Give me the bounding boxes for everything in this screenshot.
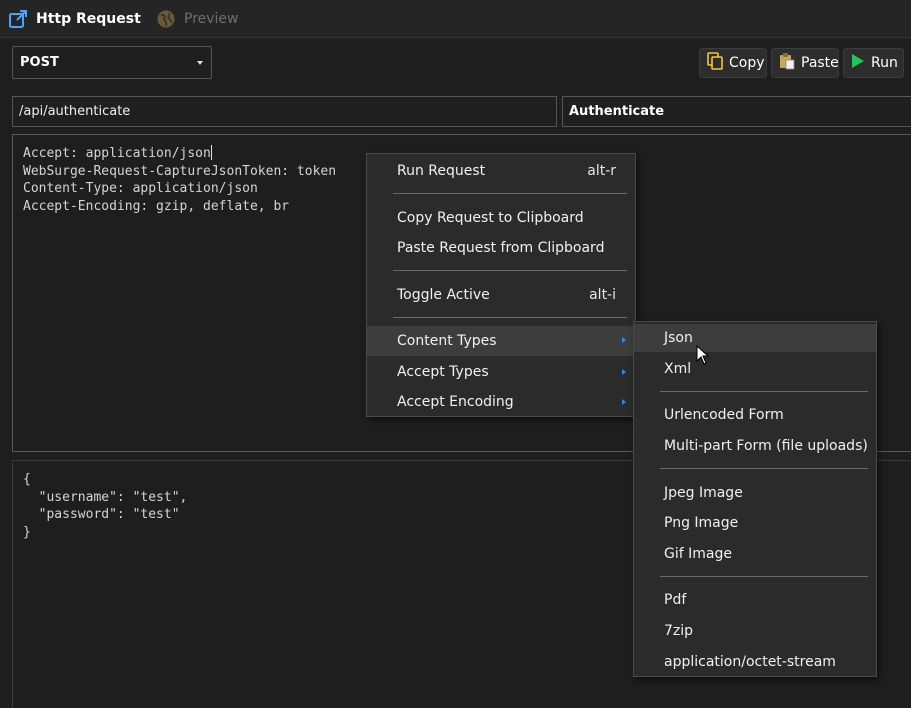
menu-item-jpeg-image[interactable]: Jpeg Image [634,479,876,507]
external-link-icon [8,9,28,29]
menu-separator [393,317,627,318]
menu-item-multipart-form[interactable]: Multi-part Form (file uploads) [634,432,876,460]
shortcut-label: alt-i [589,287,616,303]
menu-item-octet-stream[interactable]: application/octet-stream [634,648,876,676]
menu-item-json[interactable]: Json [634,324,876,352]
http-request-panel: Http Request Preview POST Copy Paste Run… [0,0,911,708]
text-cursor [210,145,212,160]
mouse-pointer-icon [696,344,710,369]
paste-button-label: Paste [801,55,839,71]
copy-button[interactable]: Copy [699,48,767,78]
menu-item-pdf[interactable]: Pdf [634,586,876,614]
run-button-label: Run [871,55,898,71]
tab-strip: Http Request Preview [0,0,911,38]
globe-icon [156,9,176,29]
menu-item-content-types[interactable]: Content Types [367,326,635,356]
menu-item-7zip[interactable]: 7zip [634,617,876,645]
menu-separator [393,270,627,271]
menu-separator [660,576,868,577]
tab-http-request[interactable]: Http Request [8,0,141,38]
menu-item-png-image[interactable]: Png Image [634,509,876,537]
menu-separator [393,193,627,194]
request-name-value: Authenticate [569,104,665,119]
menu-item-run-request[interactable]: Run Request alt-r [367,157,635,185]
chevron-down-icon [197,61,203,65]
tab-preview[interactable]: Preview [156,0,239,38]
submenu-arrow-icon [622,399,626,405]
menu-item-urlencoded-form[interactable]: Urlencoded Form [634,401,876,429]
paste-icon [779,52,795,74]
submenu-arrow-icon [622,337,626,343]
copy-icon [707,52,723,74]
run-button[interactable]: Run [843,48,904,78]
tab-preview-label: Preview [184,11,239,27]
menu-item-paste-request[interactable]: Paste Request from Clipboard [367,234,635,262]
http-method-value: POST [20,55,59,70]
play-icon [851,53,865,73]
menu-item-toggle-active[interactable]: Toggle Active alt-i [367,281,635,309]
url-field[interactable]: /api/authenticate [12,96,557,127]
request-name-field[interactable]: Authenticate [562,96,911,127]
menu-item-accept-encoding[interactable]: Accept Encoding [367,388,635,416]
shortcut-label: alt-r [587,163,616,179]
menu-item-gif-image[interactable]: Gif Image [634,540,876,568]
http-method-select[interactable]: POST [12,46,212,79]
menu-item-copy-request[interactable]: Copy Request to Clipboard [367,204,635,232]
submenu-arrow-icon [622,369,626,375]
url-field-value: /api/authenticate [19,104,131,119]
tab-http-request-label: Http Request [36,11,141,27]
menu-separator [660,391,868,392]
paste-button[interactable]: Paste [771,48,839,78]
copy-button-label: Copy [729,55,765,71]
menu-item-xml[interactable]: Xml [634,355,876,383]
menu-item-accept-types[interactable]: Accept Types [367,358,635,386]
menu-separator [660,468,868,469]
request-context-menu: Run Request alt-r Copy Request to Clipbo… [366,153,636,417]
content-types-submenu: Json Xml Urlencoded Form Multi-part Form… [633,321,877,677]
